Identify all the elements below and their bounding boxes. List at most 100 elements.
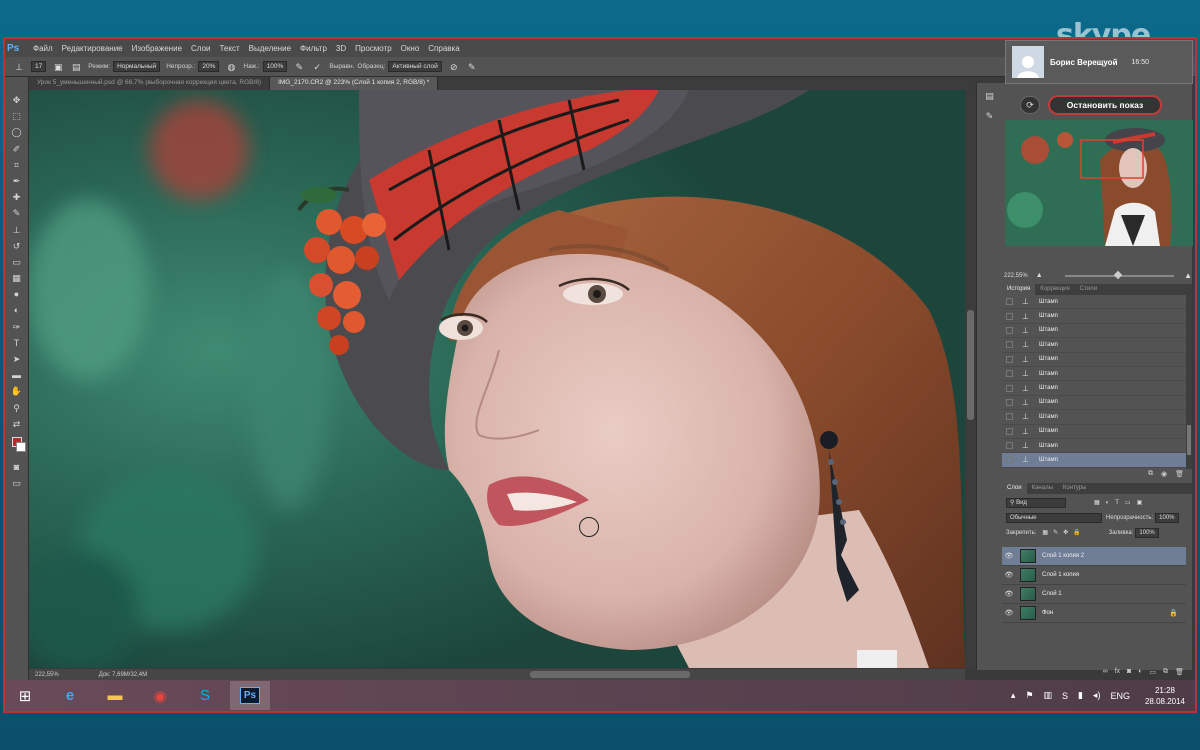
- history-snapshot-checkbox[interactable]: [1006, 398, 1013, 406]
- status-doc-size[interactable]: Док: 7,69М/32,4М: [99, 672, 147, 678]
- tab-layers[interactable]: Слои: [1002, 483, 1027, 494]
- screen-mode-icon[interactable]: ▭: [10, 476, 24, 490]
- visibility-eye-icon[interactable]: 👁: [1002, 552, 1016, 560]
- quick-select-tool-icon[interactable]: ✐: [10, 142, 24, 156]
- healing-brush-tool-icon[interactable]: ✚: [10, 190, 24, 204]
- filter-smart-icon[interactable]: ▣: [1137, 499, 1143, 506]
- ignore-adjustment-icon[interactable]: ⊘: [448, 61, 460, 73]
- menu-window[interactable]: Окно: [401, 44, 420, 53]
- menu-layers[interactable]: Слои: [191, 44, 210, 53]
- history-item[interactable]: ⊥ Штамп: [1002, 381, 1186, 396]
- opacity-input[interactable]: 20%: [198, 61, 220, 72]
- navigator-zoom-slider[interactable]: [1064, 274, 1175, 277]
- skype-taskbar-icon[interactable]: S: [185, 681, 225, 710]
- lock-pixels-icon[interactable]: ✎: [1053, 529, 1058, 536]
- menu-image[interactable]: Изображение: [132, 44, 182, 53]
- history-item[interactable]: ⊥ Штамп: [1002, 439, 1186, 454]
- history-item[interactable]: ⊥ Штамп: [1002, 324, 1186, 339]
- path-select-tool-icon[interactable]: ➤: [10, 352, 24, 366]
- menu-view[interactable]: Просмотр: [355, 44, 392, 53]
- history-brush-tool-icon[interactable]: ↺: [10, 239, 24, 253]
- start-button[interactable]: ⊞: [5, 681, 45, 710]
- filter-type-icon[interactable]: T: [1115, 500, 1119, 506]
- clone-source-icon[interactable]: ▤: [70, 61, 82, 73]
- history-item[interactable]: ⊥ Штамп: [1002, 295, 1186, 310]
- tab-channels[interactable]: Каналы: [1027, 483, 1058, 494]
- lasso-tool-icon[interactable]: ◯: [10, 125, 24, 139]
- status-zoom[interactable]: 222,55%: [35, 672, 59, 678]
- history-item[interactable]: ⊥ Штамп: [1002, 425, 1186, 439]
- brush-tool-icon[interactable]: ✎: [10, 206, 24, 220]
- aligned-checkbox[interactable]: ✓: [311, 61, 323, 73]
- canvas-horizontal-scroll-thumb[interactable]: [530, 671, 690, 678]
- history-snapshot-checkbox[interactable]: [1006, 456, 1013, 464]
- gradient-tool-icon[interactable]: ▦: [10, 271, 24, 285]
- new-document-from-state-icon[interactable]: ⧉: [1148, 470, 1153, 482]
- link-layers-icon[interactable]: ∞: [1103, 668, 1108, 679]
- canvas-vertical-scrollbar[interactable]: [966, 90, 975, 668]
- marquee-tool-icon[interactable]: ⬚: [10, 109, 24, 123]
- visibility-eye-icon[interactable]: 👁: [1002, 590, 1016, 598]
- sample-select[interactable]: Активный слой: [388, 61, 442, 72]
- clock[interactable]: 21:28 28.08.2014: [1145, 685, 1185, 707]
- new-group-icon[interactable]: ▭: [1149, 668, 1156, 679]
- pressure-opacity-icon[interactable]: ◍: [225, 61, 237, 73]
- add-mask-icon[interactable]: ◙: [1127, 668, 1131, 679]
- dodge-tool-icon[interactable]: ◐: [10, 303, 24, 317]
- history-item[interactable]: ⊥ Штамп: [1002, 410, 1186, 425]
- lock-all-icon[interactable]: 🔒: [1073, 529, 1080, 536]
- menu-file[interactable]: Файл: [33, 44, 53, 53]
- hand-tool-icon[interactable]: ✋: [10, 384, 24, 398]
- blend-mode-select[interactable]: Обычные: [1006, 512, 1102, 523]
- layer-opacity-input[interactable]: 100%: [1155, 512, 1179, 523]
- blur-tool-icon[interactable]: ●: [10, 287, 24, 301]
- network-icon[interactable]: ▥: [1043, 690, 1052, 701]
- history-snapshot-checkbox[interactable]: [1006, 370, 1013, 378]
- stop-sharing-button[interactable]: Остановить показ: [1048, 95, 1162, 115]
- chrome-icon[interactable]: ◉: [140, 681, 180, 710]
- history-snapshot-checkbox[interactable]: [1006, 312, 1013, 320]
- menu-type[interactable]: Текст: [219, 44, 239, 53]
- brush-size-picker[interactable]: 17: [31, 61, 47, 72]
- history-item[interactable]: ⊥ Штамп: [1002, 353, 1186, 367]
- new-layer-icon[interactable]: ⧉: [1163, 668, 1168, 679]
- menu-help[interactable]: Справка: [428, 44, 459, 53]
- eraser-tool-icon[interactable]: ▭: [10, 255, 24, 269]
- dock-panel-icon[interactable]: ▤: [983, 89, 997, 103]
- eyedropper-tool-icon[interactable]: ✒: [10, 174, 24, 188]
- move-tool-icon[interactable]: ✥: [10, 93, 24, 107]
- history-item-selected[interactable]: ⊥ Штамп: [1002, 453, 1186, 468]
- history-snapshot-checkbox[interactable]: [1006, 413, 1013, 421]
- history-snapshot-checkbox[interactable]: [1006, 442, 1013, 450]
- skype-tray-icon[interactable]: S: [1062, 691, 1068, 701]
- lock-position-icon[interactable]: ✥: [1063, 529, 1068, 536]
- tab-paths[interactable]: Контуры: [1058, 483, 1092, 494]
- history-item[interactable]: ⊥ Штамп: [1002, 396, 1186, 411]
- menu-select[interactable]: Выделение: [249, 44, 291, 53]
- power-icon[interactable]: ▮: [1078, 690, 1083, 701]
- adjustment-layer-icon[interactable]: ◐: [1138, 668, 1142, 679]
- layer-row-selected[interactable]: 👁 Слой 1 копия 2: [1002, 547, 1186, 566]
- photoshop-taskbar-icon[interactable]: Ps: [230, 681, 270, 710]
- internet-explorer-icon[interactable]: e: [50, 681, 90, 710]
- menu-edit[interactable]: Редактирование: [62, 44, 123, 53]
- filter-pixel-icon[interactable]: ▦: [1094, 499, 1100, 506]
- show-hidden-icons-icon[interactable]: ▴: [1011, 690, 1016, 701]
- delete-state-icon[interactable]: 🗑: [1175, 470, 1184, 482]
- history-snapshot-checkbox[interactable]: [1006, 341, 1013, 349]
- clone-stamp-tool-icon[interactable]: ⊥: [13, 61, 25, 73]
- clone-stamp-tool-icon[interactable]: ⊥: [10, 223, 24, 237]
- screen-share-icon[interactable]: ⟳: [1020, 96, 1040, 114]
- layer-fill-input[interactable]: 100%: [1135, 527, 1159, 538]
- zoom-in-icon[interactable]: ▲: [1184, 271, 1192, 280]
- pen-tool-icon[interactable]: ✑: [10, 320, 24, 334]
- layer-row[interactable]: 👁 Слой 1 копия: [1002, 566, 1186, 585]
- language-indicator[interactable]: ENG: [1110, 691, 1130, 701]
- brush-panel-icon[interactable]: ▣: [52, 61, 64, 73]
- menu-3d[interactable]: 3D: [336, 44, 346, 53]
- default-colors-icon[interactable]: ⇄: [10, 417, 24, 431]
- menu-filter[interactable]: Фильтр: [300, 44, 327, 53]
- lock-transparent-icon[interactable]: ▦: [1042, 529, 1048, 536]
- visibility-eye-icon[interactable]: 👁: [1002, 609, 1016, 617]
- quick-mask-icon[interactable]: ◙: [10, 460, 24, 474]
